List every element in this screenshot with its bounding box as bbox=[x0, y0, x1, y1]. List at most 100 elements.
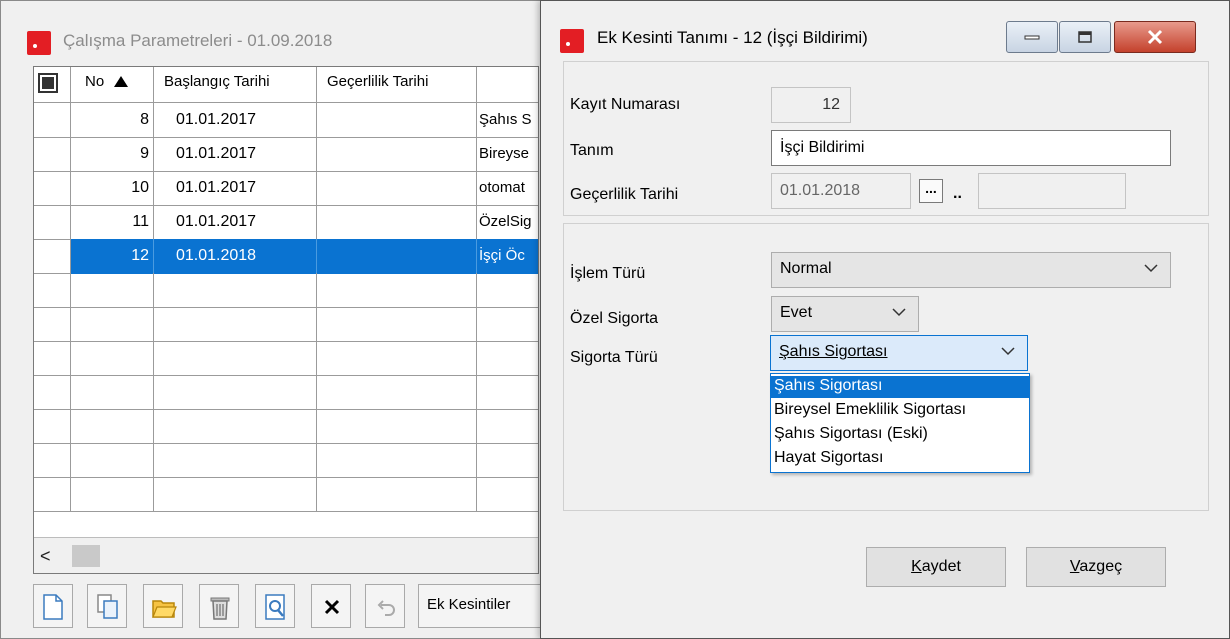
kaydet-button[interactable]: Kaydet bbox=[866, 547, 1006, 587]
chevron-down-icon bbox=[892, 308, 906, 317]
islem-turu-select[interactable]: Normal bbox=[771, 252, 1171, 288]
scroll-left-icon[interactable]: < bbox=[40, 546, 51, 567]
scrollbar-thumb[interactable] bbox=[72, 545, 100, 567]
parameters-grid[interactable]: No Başlangıç Tarihi Geçerlilik Tarihi 80… bbox=[33, 66, 539, 574]
delete-record-button[interactable] bbox=[199, 584, 239, 628]
table-row[interactable] bbox=[34, 273, 538, 308]
table-cell bbox=[317, 239, 477, 274]
table-cell: otomat bbox=[477, 171, 538, 206]
table-cell bbox=[34, 205, 71, 240]
open-record-button[interactable] bbox=[143, 584, 183, 628]
table-cell bbox=[317, 205, 477, 240]
column-header-validity-date[interactable]: Geçerlilik Tarihi bbox=[317, 67, 477, 103]
select-all-checkbox-icon[interactable] bbox=[38, 73, 58, 93]
ozel-sigorta-select[interactable]: Evet bbox=[771, 296, 919, 332]
table-row[interactable] bbox=[34, 443, 538, 478]
table-cell: ÖzelSig bbox=[477, 205, 538, 240]
clear-button[interactable] bbox=[311, 584, 351, 628]
ek-kesinti-tanimi-window: Ek Kesinti Tanımı - 12 (İşçi Bildirimi) … bbox=[540, 0, 1230, 639]
table-row[interactable] bbox=[34, 375, 538, 410]
horizontal-scrollbar[interactable]: < bbox=[34, 537, 538, 573]
front-window-titlebar[interactable]: Ek Kesinti Tanımı - 12 (İşçi Bildirimi) bbox=[541, 1, 1229, 61]
tanim-label: Tanım bbox=[570, 142, 614, 159]
table-cell bbox=[154, 341, 317, 376]
table-cell bbox=[477, 409, 538, 444]
table-cell bbox=[317, 171, 477, 206]
undo-icon bbox=[377, 600, 395, 616]
table-cell bbox=[317, 273, 477, 308]
table-row[interactable]: 10 01.01.2017 otomat bbox=[34, 171, 538, 206]
table-cell: 01.01.2017 bbox=[154, 171, 317, 206]
table-cell bbox=[154, 477, 317, 512]
table-row[interactable]: 11 01.01.2017 ÖzelSig bbox=[34, 205, 538, 240]
ek-kesintiler-button[interactable]: Ek Kesintiler bbox=[418, 584, 548, 628]
table-cell bbox=[317, 409, 477, 444]
preview-button[interactable] bbox=[255, 584, 295, 628]
sort-ascending-icon bbox=[114, 76, 129, 87]
table-row[interactable]: 12 01.01.2018 İşçi Öc bbox=[34, 239, 538, 274]
table-cell bbox=[71, 409, 154, 444]
table-cell bbox=[317, 341, 477, 376]
back-window-titlebar[interactable]: Çalışma Parametreleri - 01.09.2018 bbox=[1, 1, 559, 57]
chevron-down-icon bbox=[1144, 264, 1158, 273]
date-range-separator: .. bbox=[953, 185, 962, 202]
copy-record-button[interactable] bbox=[87, 584, 127, 628]
table-cell bbox=[71, 477, 154, 512]
table-cell bbox=[34, 409, 71, 444]
table-cell bbox=[317, 137, 477, 172]
column-header-start-date[interactable]: Başlangıç Tarihi bbox=[154, 67, 317, 103]
close-icon bbox=[1147, 29, 1163, 45]
table-cell bbox=[317, 307, 477, 342]
minimize-icon bbox=[1024, 35, 1040, 40]
table-row[interactable] bbox=[34, 307, 538, 342]
date-picker-button[interactable]: ... bbox=[919, 179, 943, 203]
table-row[interactable]: 8 01.01.2017 Şahıs S bbox=[34, 103, 538, 138]
gecerlilik-tarihi-field[interactable]: 01.01.2018 bbox=[771, 173, 911, 209]
column-header-description[interactable] bbox=[477, 67, 538, 103]
kayit-numarasi-label: Kayıt Numarası bbox=[570, 96, 681, 113]
kayit-numarasi-field: 12 bbox=[771, 87, 851, 123]
table-cell: 10 bbox=[71, 171, 154, 206]
gecerlilik-tarihi-label: Geçerlilik Tarihi bbox=[570, 186, 679, 203]
ozel-sigorta-label: Özel Sigorta bbox=[570, 310, 659, 327]
maximize-button[interactable] bbox=[1059, 21, 1111, 53]
table-cell bbox=[71, 273, 154, 308]
app-logo-icon bbox=[560, 29, 584, 53]
undo-button[interactable] bbox=[365, 584, 405, 628]
sigorta-turu-option[interactable]: Şahıs Sigortası bbox=[771, 376, 1029, 398]
table-cell bbox=[317, 375, 477, 410]
table-cell bbox=[154, 443, 317, 478]
table-row[interactable] bbox=[34, 409, 538, 444]
new-document-icon bbox=[43, 594, 63, 620]
table-cell bbox=[477, 341, 538, 376]
column-header-no[interactable]: No bbox=[71, 67, 154, 103]
sigorta-turu-select[interactable]: Şahıs Sigortası bbox=[770, 335, 1028, 371]
sigorta-turu-option[interactable]: Hayat Sigortası bbox=[771, 448, 1029, 470]
sigorta-turu-option[interactable]: Şahıs Sigortası (Eski) bbox=[771, 424, 1029, 446]
table-row[interactable] bbox=[34, 341, 538, 376]
trash-icon bbox=[210, 597, 230, 620]
minimize-button[interactable] bbox=[1006, 21, 1058, 53]
table-cell bbox=[477, 477, 538, 512]
vazgec-button[interactable]: Vazgeç bbox=[1026, 547, 1166, 587]
sigorta-turu-dropdown-list: Şahıs Sigortası Bireysel Emeklilik Sigor… bbox=[770, 373, 1030, 473]
table-row[interactable] bbox=[34, 477, 538, 512]
app-logo-icon bbox=[27, 31, 51, 55]
table-cell bbox=[154, 273, 317, 308]
new-record-button[interactable] bbox=[33, 584, 73, 628]
table-cell: 12 bbox=[71, 239, 154, 274]
islem-turu-label: İşlem Türü bbox=[570, 265, 646, 282]
table-row[interactable]: 9 01.01.2017 Bireyse bbox=[34, 137, 538, 172]
tanim-input[interactable]: İşçi Bildirimi bbox=[771, 130, 1171, 166]
table-cell bbox=[34, 171, 71, 206]
table-cell: Bireyse bbox=[477, 137, 538, 172]
table-cell bbox=[477, 443, 538, 478]
table-cell bbox=[317, 477, 477, 512]
select-all-cell[interactable] bbox=[34, 67, 71, 103]
table-cell: 01.01.2017 bbox=[154, 103, 317, 138]
table-cell: İşçi Öc bbox=[477, 239, 538, 274]
gecerlilik-bitis-field[interactable] bbox=[978, 173, 1126, 209]
table-cell bbox=[34, 443, 71, 478]
close-window-button[interactable] bbox=[1114, 21, 1196, 53]
sigorta-turu-option[interactable]: Bireysel Emeklilik Sigortası bbox=[771, 400, 1029, 422]
